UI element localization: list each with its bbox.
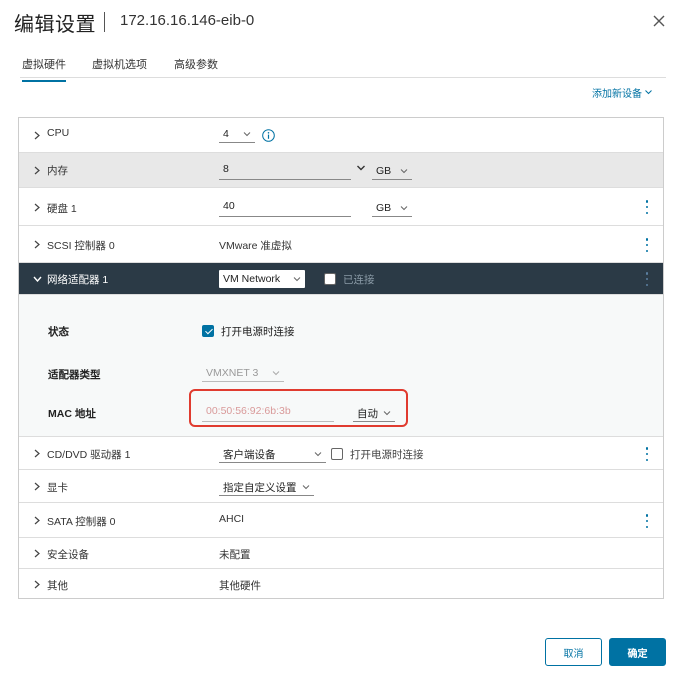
network-label: 网络适配器 1 bbox=[47, 274, 109, 286]
disk-unit: GB bbox=[376, 202, 392, 214]
chevron-down-icon bbox=[243, 132, 251, 137]
cdrom-connect-checkbox[interactable] bbox=[331, 448, 343, 460]
chevron-right-icon[interactable] bbox=[32, 579, 42, 589]
hw-row-cd-dvd-drive: CD/DVD 驱动器 1 客户端设备 打开电源时连接 bbox=[19, 437, 663, 470]
hw-row-other: 其他 其他硬件 bbox=[19, 569, 663, 599]
video-select[interactable]: 指定自定义设置 bbox=[219, 479, 314, 496]
chevron-down-icon[interactable] bbox=[32, 274, 42, 284]
mac-address-label: MAC 地址 bbox=[48, 408, 96, 420]
hw-row-video-card: 显卡 指定自定义设置 bbox=[19, 470, 663, 503]
dialog-title: 编辑设置 bbox=[14, 14, 96, 36]
hw-row-memory: 内存 8 GB bbox=[19, 153, 663, 188]
mac-address-highlight bbox=[189, 389, 408, 427]
network-value: VM Network bbox=[223, 273, 281, 285]
disk-size-input[interactable]: 40 bbox=[219, 200, 351, 217]
hw-row-network-adapter: 网络适配器 1 VM Network 已连接 bbox=[19, 263, 663, 295]
ok-button[interactable]: 确定 bbox=[609, 638, 666, 666]
more-actions-icon[interactable] bbox=[645, 200, 649, 214]
scsi-value: VMware 准虚拟 bbox=[219, 240, 292, 252]
chevron-right-icon[interactable] bbox=[32, 548, 42, 558]
info-icon[interactable] bbox=[262, 129, 275, 142]
hw-row-cpu: CPU 4 bbox=[19, 118, 663, 153]
memory-unit-select[interactable]: GB bbox=[372, 163, 412, 180]
chevron-right-icon[interactable] bbox=[32, 481, 42, 491]
cpu-value: 4 bbox=[223, 128, 229, 140]
chevron-right-icon[interactable] bbox=[32, 515, 42, 525]
security-label: 安全设备 bbox=[47, 549, 89, 561]
tab-vm-options[interactable]: 虚拟机选项 bbox=[92, 56, 147, 80]
cdrom-connect-label: 打开电源时连接 bbox=[350, 449, 424, 461]
network-select[interactable]: VM Network bbox=[219, 270, 305, 288]
virtual-hardware-table: CPU 4 内存 8 GB 硬盘 1 40 GB SCSI 控制器 0 VMwa… bbox=[18, 117, 664, 599]
connect-at-power-on-checkbox[interactable] bbox=[202, 325, 214, 337]
cdrom-label: CD/DVD 驱动器 1 bbox=[47, 449, 131, 461]
chevron-right-icon[interactable] bbox=[32, 448, 42, 458]
cpu-select[interactable]: 4 bbox=[219, 126, 255, 143]
close-icon[interactable] bbox=[650, 12, 668, 30]
title-divider bbox=[104, 12, 105, 32]
more-actions-icon[interactable] bbox=[645, 272, 649, 286]
hw-row-hard-disk: 硬盘 1 40 GB bbox=[19, 188, 663, 226]
other-value: 其他硬件 bbox=[219, 580, 261, 592]
chevron-right-icon[interactable] bbox=[32, 165, 42, 175]
tab-bar: 虚拟硬件 虚拟机选项 高级参数 bbox=[20, 50, 666, 82]
chevron-right-icon[interactable] bbox=[32, 202, 42, 212]
chevron-down-icon bbox=[400, 206, 408, 211]
add-device-label: 添加新设备 bbox=[592, 89, 642, 100]
connected-label: 已连接 bbox=[343, 274, 375, 286]
disk-unit-select[interactable]: GB bbox=[372, 200, 412, 217]
adapter-type-select[interactable]: VMXNET 3 bbox=[202, 365, 284, 382]
video-label: 显卡 bbox=[47, 482, 68, 494]
video-value: 指定自定义设置 bbox=[223, 481, 297, 494]
chevron-down-icon bbox=[272, 371, 280, 376]
scsi-label: SCSI 控制器 0 bbox=[47, 240, 115, 252]
sata-label: SATA 控制器 0 bbox=[47, 516, 116, 528]
hw-row-scsi-controller: SCSI 控制器 0 VMware 准虚拟 bbox=[19, 226, 663, 263]
cancel-button[interactable]: 取消 bbox=[545, 638, 602, 666]
disk-label: 硬盘 1 bbox=[47, 203, 77, 215]
tab-advanced-parameters[interactable]: 高级参数 bbox=[174, 56, 218, 80]
vm-name: 172.16.16.146-eib-0 bbox=[120, 12, 255, 29]
adapter-type-value: VMXNET 3 bbox=[206, 367, 259, 379]
more-actions-icon[interactable] bbox=[645, 514, 649, 528]
security-value: 未配置 bbox=[219, 549, 251, 561]
memory-label: 内存 bbox=[47, 165, 68, 177]
chevron-down-icon bbox=[400, 169, 408, 174]
tab-virtual-hardware[interactable]: 虚拟硬件 bbox=[22, 56, 66, 82]
chevron-down-icon bbox=[314, 452, 322, 457]
chevron-down-icon bbox=[645, 90, 652, 95]
edit-settings-dialog: 编辑设置 172.16.16.146-eib-0 虚拟硬件 虚拟机选项 高级参数… bbox=[0, 0, 682, 680]
add-new-device-button[interactable]: 添加新设备 bbox=[592, 85, 652, 100]
status-label: 状态 bbox=[48, 326, 69, 338]
chevron-right-icon[interactable] bbox=[32, 130, 42, 140]
chevron-down-icon bbox=[293, 277, 301, 282]
chevron-down-icon[interactable] bbox=[356, 164, 366, 172]
connect-at-power-on-label: 打开电源时连接 bbox=[221, 326, 295, 338]
sata-value: AHCI bbox=[219, 513, 245, 525]
hw-row-security-devices: 安全设备 未配置 bbox=[19, 538, 663, 569]
chevron-right-icon[interactable] bbox=[32, 239, 42, 249]
other-label: 其他 bbox=[47, 580, 68, 592]
cdrom-select[interactable]: 客户端设备 bbox=[219, 446, 326, 463]
hw-row-sata-controller: SATA 控制器 0 AHCI bbox=[19, 503, 663, 538]
cdrom-value: 客户端设备 bbox=[223, 448, 276, 461]
adapter-type-label: 适配器类型 bbox=[48, 369, 101, 381]
cpu-label: CPU bbox=[47, 127, 70, 139]
connected-checkbox[interactable] bbox=[324, 273, 336, 285]
more-actions-icon[interactable] bbox=[645, 238, 649, 252]
memory-input[interactable]: 8 bbox=[219, 163, 351, 180]
more-actions-icon[interactable] bbox=[645, 447, 649, 461]
memory-unit: GB bbox=[376, 165, 392, 177]
chevron-down-icon bbox=[302, 485, 310, 490]
